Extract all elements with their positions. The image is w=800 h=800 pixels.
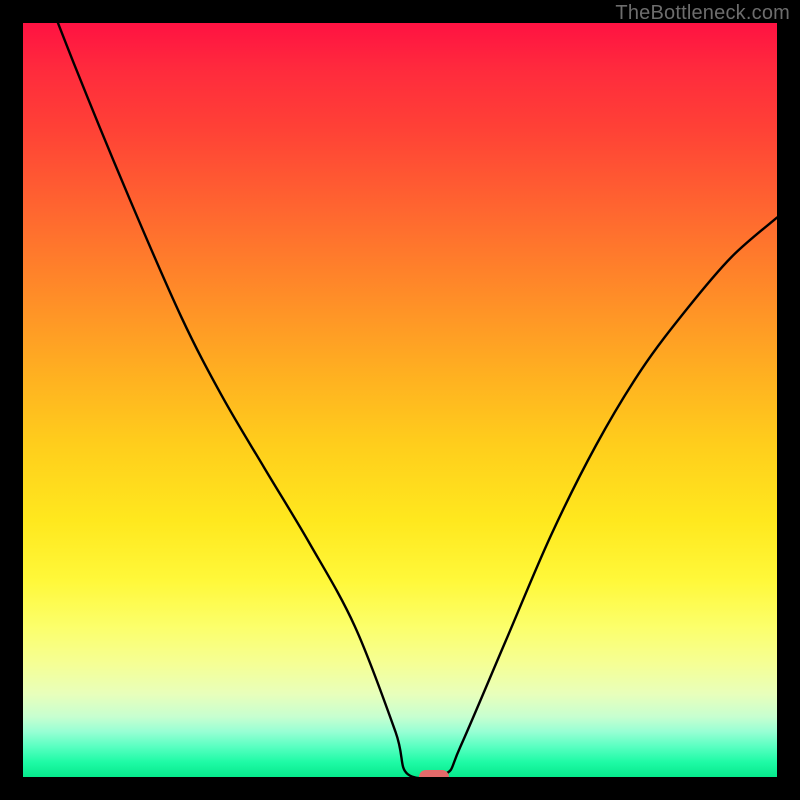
bottleneck-curve bbox=[23, 23, 777, 777]
chart-container: TheBottleneck.com bbox=[0, 0, 800, 800]
attribution-text: TheBottleneck.com bbox=[615, 2, 790, 25]
plot-area bbox=[23, 23, 777, 777]
minimum-marker bbox=[419, 770, 449, 777]
